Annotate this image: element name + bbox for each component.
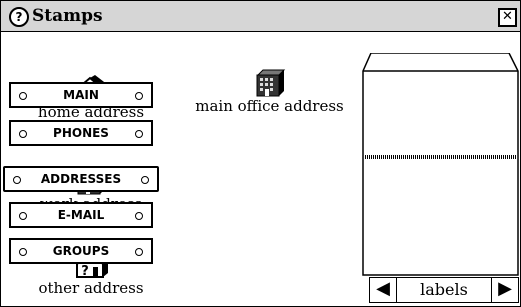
tab-label: PHONES	[53, 126, 109, 140]
main-office-address-stamp[interactable]: main office address	[187, 69, 352, 115]
tab-hole-icon	[19, 212, 27, 220]
tab-hole-icon	[135, 130, 143, 138]
tab-e-mail[interactable]: E-MAIL	[9, 202, 153, 228]
tab-hole-icon	[13, 176, 21, 184]
tab-hole-icon	[135, 92, 143, 100]
tab-label: GROUPS	[52, 244, 110, 258]
address-label: main office address	[195, 97, 344, 115]
tab-hole-icon	[19, 92, 27, 100]
title-bar: ? Stamps ✕	[1, 1, 520, 32]
tab-hole-icon	[19, 130, 27, 138]
tab-addresses[interactable]: ADDRESSES	[3, 166, 159, 192]
address-label: other address	[38, 279, 144, 297]
tab-hole-icon	[135, 248, 143, 256]
tab-hole-icon	[141, 176, 149, 184]
cardfile-frame	[362, 53, 519, 276]
next-arrow-button[interactable]: ▶	[491, 277, 519, 303]
office-building-icon	[256, 69, 285, 97]
tab-main[interactable]: MAIN	[9, 82, 153, 108]
previous-arrow-button[interactable]: ◀	[369, 277, 397, 303]
help-icon[interactable]: ?	[9, 7, 29, 27]
tab-label: MAIN	[63, 88, 99, 102]
stamps-window: ? Stamps ✕ home address main office addr	[0, 0, 521, 307]
tab-label: E-MAIL	[57, 208, 105, 222]
window-title: Stamps	[32, 6, 103, 26]
tab-phones[interactable]: PHONES	[9, 120, 153, 146]
svg-text:?: ?	[81, 264, 89, 279]
labels-button[interactable]: labels	[396, 277, 492, 303]
tab-label: ADDRESSES	[40, 172, 122, 186]
tab-hole-icon	[135, 212, 143, 220]
close-button[interactable]: ✕	[498, 8, 517, 27]
tab-groups[interactable]: GROUPS	[9, 238, 153, 264]
tab-hole-icon	[19, 248, 27, 256]
